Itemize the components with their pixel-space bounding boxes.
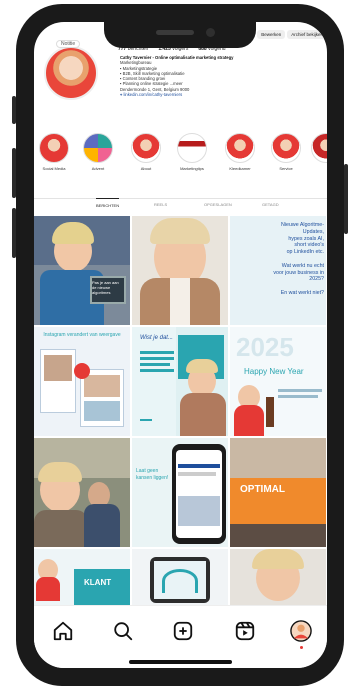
highlight-thumbnail xyxy=(83,133,113,163)
highlight-label: Service xyxy=(279,166,293,171)
post-title: Wist je dat... xyxy=(140,335,173,341)
add-post-icon[interactable] xyxy=(172,620,194,642)
edit-profile-button[interactable]: Bewerken xyxy=(257,30,286,39)
highlight-thumbnail xyxy=(271,133,301,163)
highlight-about[interactable]: About xyxy=(126,133,166,171)
highlight-label: Kleedkamer xyxy=(229,166,251,171)
profile-bio: Cathy Tavernier - Online optimalisatie m… xyxy=(120,55,320,97)
home-icon[interactable] xyxy=(52,620,74,642)
post-title: Laat geen kansen liggen! xyxy=(136,468,169,481)
volume-down-button xyxy=(12,208,16,258)
post-tile[interactable]: Instagram verandert van weergave xyxy=(34,327,130,436)
post-tile[interactable]: Pas je aan aan de nieuwe algoritmes xyxy=(34,216,130,325)
post-tile[interactable]: Nieuwe Algoritme- Updates, hypes zoals AI,… xyxy=(230,216,326,325)
highlight-more[interactable] xyxy=(306,133,327,166)
tab-reels[interactable]: REELS xyxy=(154,202,167,207)
highlight-thumbnail xyxy=(225,133,255,163)
highlight-marketingtips[interactable]: Marketingtips xyxy=(172,133,212,171)
post-tile[interactable]: 2025 Happy New Year xyxy=(230,327,326,436)
highlight-label: Marketingtips xyxy=(180,166,204,171)
highlight-thumbnail xyxy=(311,133,327,163)
bottom-navigation xyxy=(34,605,327,668)
post-title: OPTIMAL xyxy=(240,484,285,495)
highlight-service[interactable]: Service xyxy=(266,133,306,171)
front-camera xyxy=(206,28,215,37)
highlight-kleedkamer[interactable]: Kleedkamer xyxy=(220,133,260,171)
instagram-profile-screen: Notitie Bewerken Archief bekijken 777 be… xyxy=(34,22,327,668)
post-tile[interactable]: OPTIMAL xyxy=(230,438,326,547)
post-tile[interactable] xyxy=(132,216,228,325)
volume-up-button xyxy=(12,148,16,198)
highlight-social-media[interactable]: Social Media xyxy=(34,133,74,171)
search-icon[interactable] xyxy=(112,620,134,642)
story-highlights: Social Media Advent About Marketingtips … xyxy=(34,133,327,181)
tab-saved[interactable]: OPGESLAGEN xyxy=(204,202,232,207)
mute-switch xyxy=(12,96,16,124)
post-grid: Pas je aan aan de nieuwe algoritmes Nieu… xyxy=(34,216,327,658)
highlight-label: Social Media xyxy=(42,166,66,171)
highlight-label: About xyxy=(140,166,152,171)
bio-link[interactable]: ⌖ linkedin.com/in/cathy-taverniers xyxy=(120,92,320,97)
power-button xyxy=(344,164,348,234)
highlight-advent[interactable]: Advent xyxy=(78,133,118,171)
profile-avatar[interactable] xyxy=(290,620,312,642)
note-badge[interactable]: Notitie xyxy=(56,40,81,48)
post-greeting: Happy New Year xyxy=(244,367,304,376)
header-buttons: Bewerken Archief bekijken xyxy=(257,30,327,39)
tab-tagged[interactable]: GETAGD xyxy=(262,202,279,207)
highlight-thumbnail xyxy=(39,133,69,163)
notification-dot xyxy=(300,646,303,649)
post-tile[interactable]: Laat geen kansen liggen! xyxy=(132,438,228,547)
reels-icon[interactable] xyxy=(234,620,256,642)
highlight-label: Advent xyxy=(91,166,105,171)
highlight-thumbnail xyxy=(177,133,207,163)
post-tile[interactable]: Wist je dat... xyxy=(132,327,228,436)
phone-notch xyxy=(104,22,256,48)
post-title: KLANT xyxy=(84,578,112,587)
profile-tabs: BERICHTEN REELS OPGESLAGEN GETAGD xyxy=(34,198,327,214)
speaker xyxy=(156,30,194,35)
home-indicator xyxy=(129,660,232,664)
archive-button[interactable]: Archief bekijken xyxy=(287,30,327,39)
post-year: 2025 xyxy=(236,332,294,362)
profile-avatar[interactable] xyxy=(44,46,98,100)
post-title: Instagram verandert van weergave xyxy=(43,332,121,338)
post-text: Nieuwe Algoritme- Updates, hypes zoals AI,… xyxy=(273,222,324,296)
post-tile[interactable] xyxy=(34,438,130,547)
highlight-thumbnail xyxy=(131,133,161,163)
post-caption: Pas je aan aan de nieuwe algoritmes xyxy=(92,280,119,295)
tab-posts[interactable]: BERICHTEN xyxy=(96,198,120,208)
